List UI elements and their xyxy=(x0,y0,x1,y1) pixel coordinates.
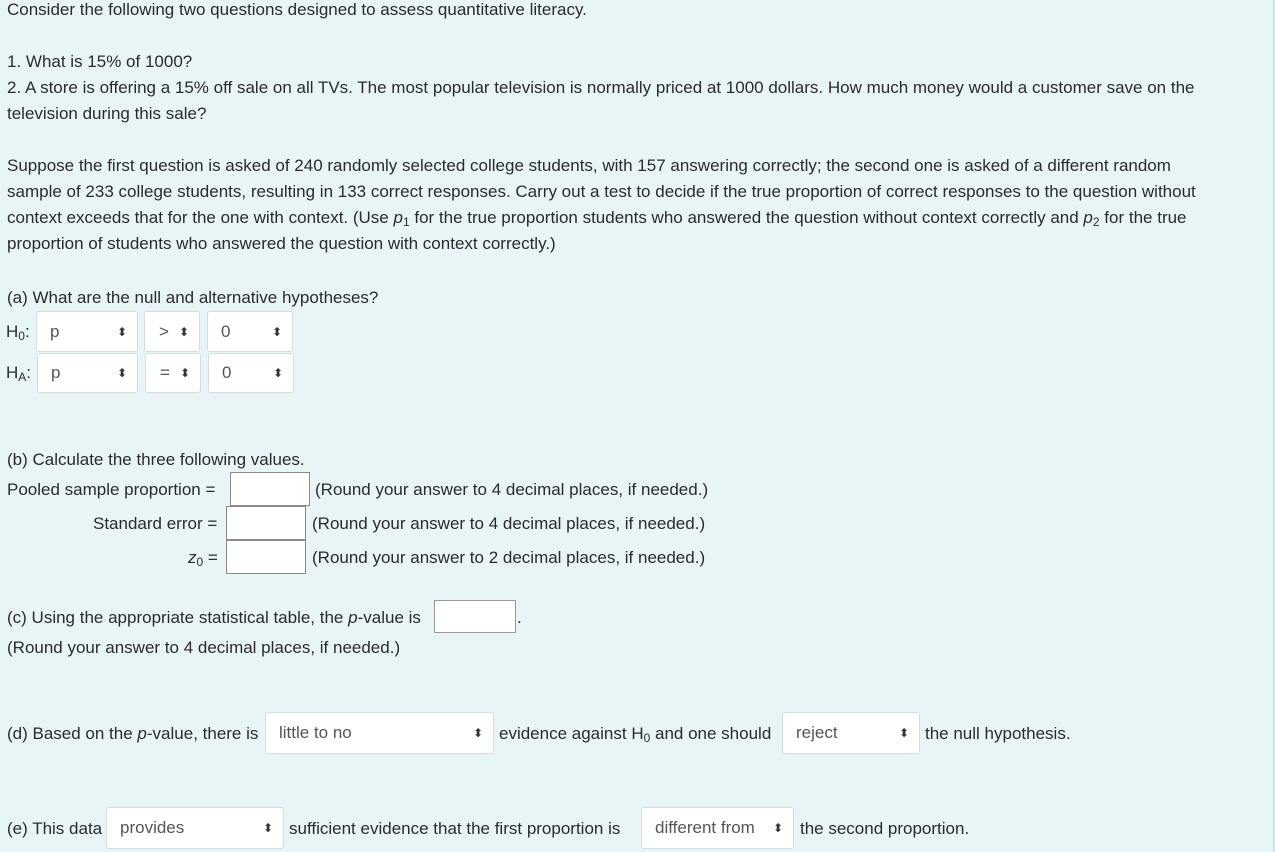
p-symbol: p xyxy=(137,724,147,743)
select-value: provides xyxy=(120,818,185,837)
part-c-text: -value is xyxy=(357,608,421,627)
question-2-line2: television during this sale? xyxy=(7,104,207,123)
standard-error-input[interactable] xyxy=(226,506,306,540)
select-arrows-icon: ⬍ xyxy=(898,726,909,740)
period: . xyxy=(517,608,522,627)
se-round-hint: (Round your answer to 4 decimal places, … xyxy=(312,514,706,533)
part-d-text-3: the null hypothesis. xyxy=(925,724,1071,743)
part-e-text-2: sufficient evidence that the first propo… xyxy=(289,819,621,838)
question-2-line1: 2. A store is offering a 15% off sale on… xyxy=(7,78,1195,97)
part-d-text-2: evidence against H0 and one should xyxy=(499,724,771,745)
p-symbol: p xyxy=(348,608,358,627)
p1-subscript: 1 xyxy=(402,215,410,229)
question-1: 1. What is 15% of 1000? xyxy=(7,52,193,71)
part-e-text-3: the second proportion. xyxy=(800,819,970,838)
evidence-strength-select[interactable]: little to no ⬍ xyxy=(265,712,494,754)
ha-letter: H xyxy=(6,363,19,382)
select-value: p xyxy=(51,363,61,382)
standard-error-label: Standard error = xyxy=(93,514,218,533)
pooled-proportion-label: Pooled sample proportion = xyxy=(7,480,216,499)
select-arrows-icon: ⬍ xyxy=(179,366,190,380)
provides-select[interactable]: provides ⬍ xyxy=(106,807,284,849)
scenario-line2: sample of 233 college students, resultin… xyxy=(7,182,1196,201)
scenario-text: for the true proportion students who ans… xyxy=(409,208,1084,227)
ha-parameter-select[interactable]: p ⬍ xyxy=(37,353,138,393)
select-arrows-icon: ⬍ xyxy=(116,366,127,380)
h0-label: H0: xyxy=(6,322,30,343)
part-c-prompt: (c) Using the appropriate statistical ta… xyxy=(7,608,421,628)
z0-round-hint: (Round your answer to 2 decimal places, … xyxy=(312,548,706,567)
h0-letter: H xyxy=(6,322,19,341)
select-arrows-icon: ⬍ xyxy=(472,726,483,740)
select-value: different from xyxy=(655,818,755,837)
ha-operator-select[interactable]: = ⬍ xyxy=(145,353,201,393)
scenario-line1: Suppose the first question is asked of 2… xyxy=(7,156,1171,175)
part-b-prompt: (b) Calculate the three following values… xyxy=(7,450,305,469)
ha-value-select[interactable]: 0 ⬍ xyxy=(208,353,294,393)
select-value: little to no xyxy=(279,723,352,742)
z-equals: = xyxy=(203,548,218,567)
part-d-text: (d) Based on the xyxy=(7,724,138,743)
p-value-input[interactable] xyxy=(434,600,516,633)
h0-parameter-select[interactable]: p ⬍ xyxy=(36,311,138,352)
scenario-line4: proportion of students who answered the … xyxy=(7,234,556,253)
select-value: 0 xyxy=(222,363,232,382)
h0-subscript: 0 xyxy=(18,329,25,343)
select-value: p xyxy=(50,321,60,341)
part-d-text: and one should xyxy=(650,724,772,743)
part-d-text: evidence against H xyxy=(499,724,644,743)
select-arrows-icon: ⬍ xyxy=(271,324,282,339)
p2-subscript: 2 xyxy=(1092,215,1100,229)
relation-select[interactable]: different from ⬍ xyxy=(641,807,794,849)
select-arrows-icon: ⬍ xyxy=(272,366,283,380)
part-e-text-1: (e) This data xyxy=(7,819,103,838)
h0-value-select[interactable]: 0 ⬍ xyxy=(207,311,293,352)
z0-input[interactable] xyxy=(226,540,306,574)
z-symbol: z xyxy=(188,548,197,567)
decision-select[interactable]: reject ⬍ xyxy=(782,712,920,754)
part-d-text: -value, there is xyxy=(146,724,259,743)
select-arrows-icon: ⬍ xyxy=(116,324,127,339)
select-value: = xyxy=(160,363,170,382)
intro-text: Consider the following two questions des… xyxy=(7,0,587,19)
select-arrows-icon: ⬍ xyxy=(262,821,273,835)
ha-label: HA: xyxy=(6,363,31,384)
p1-symbol: p xyxy=(393,208,403,227)
p2-symbol: p xyxy=(1083,208,1093,227)
scenario-text: context exceeds that for the one with co… xyxy=(7,208,394,227)
part-a-prompt: (a) What are the null and alternative hy… xyxy=(7,288,379,307)
select-value: reject xyxy=(796,723,838,742)
pooled-proportion-input[interactable] xyxy=(230,472,310,506)
part-d-text-1: (d) Based on the p-value, there is xyxy=(7,724,258,744)
h0-colon: : xyxy=(24,322,30,341)
z0-label: z0 = xyxy=(188,548,218,569)
select-value: > xyxy=(159,321,169,341)
select-arrows-icon: ⬍ xyxy=(178,324,189,339)
select-value: 0 xyxy=(221,321,231,341)
pooled-round-hint: (Round your answer to 4 decimal places, … xyxy=(315,480,709,499)
h0-operator-select[interactable]: > ⬍ xyxy=(144,311,200,352)
p-value-round-hint: (Round your answer to 4 decimal places, … xyxy=(7,638,401,657)
part-c-text: (c) Using the appropriate statistical ta… xyxy=(7,608,349,627)
select-arrows-icon: ⬍ xyxy=(772,821,783,835)
scenario-line3: context exceeds that for the one with co… xyxy=(7,208,1187,229)
scenario-text: for the true xyxy=(1099,208,1187,227)
ha-colon: : xyxy=(26,363,32,382)
